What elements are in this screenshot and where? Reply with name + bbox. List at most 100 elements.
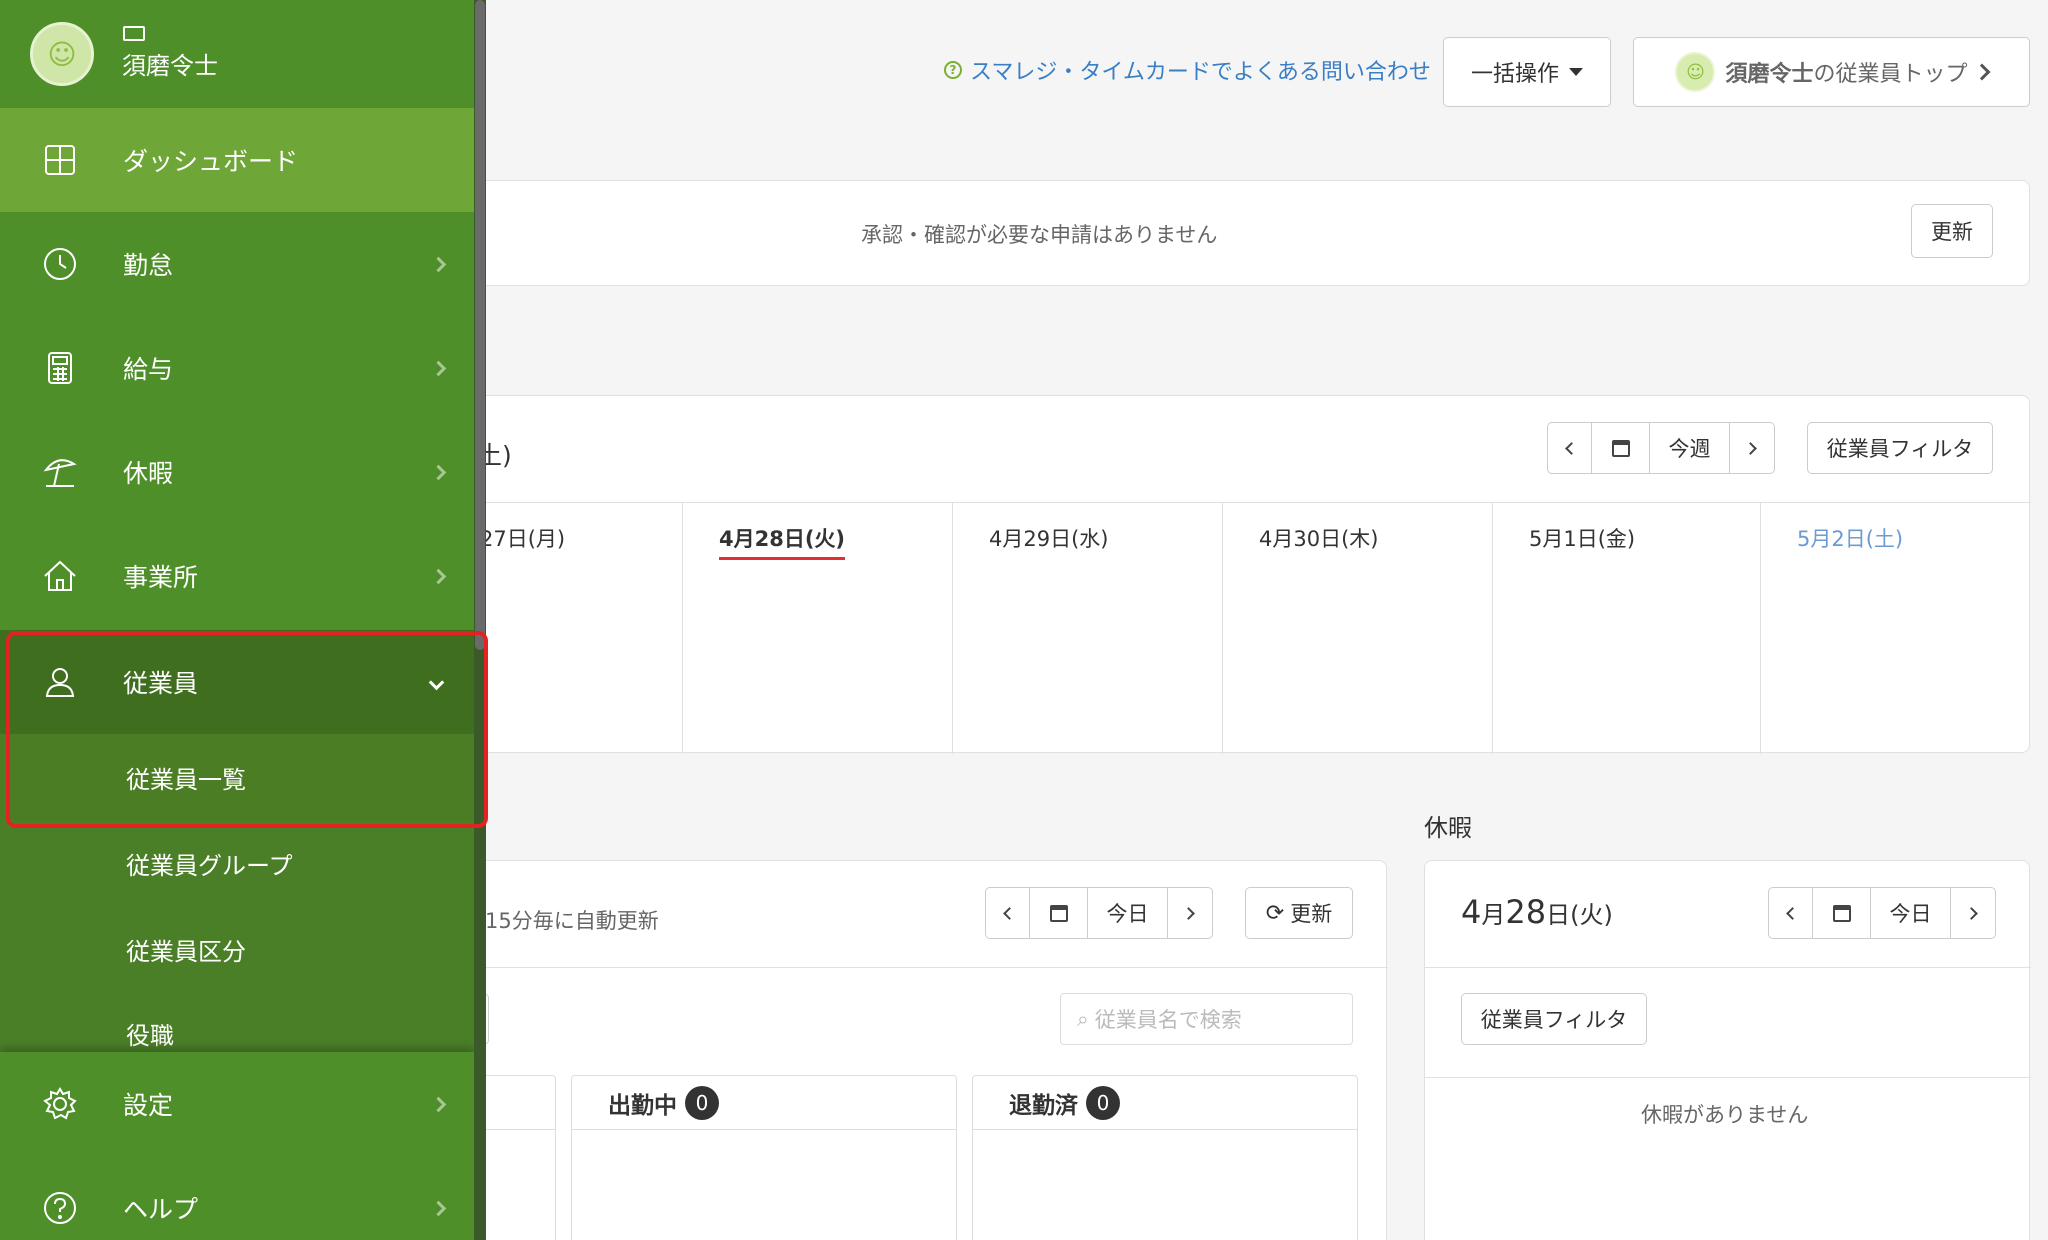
status-label: 退勤済: [1009, 1092, 1078, 1119]
chevron-left-icon: [1786, 906, 1799, 920]
sidebar-subitem-employee-groups[interactable]: 従業員グループ: [0, 820, 474, 906]
this-week-button[interactable]: 今週: [1650, 423, 1730, 473]
status-column-header: 出勤中 0: [572, 1076, 956, 1130]
clock-icon: [44, 248, 76, 280]
divider: [1425, 1077, 2031, 1078]
caret-down-icon: [1569, 68, 1583, 76]
chevron-right-icon: [430, 464, 447, 480]
schedule-card: 土) 今週 従業員フィルタ 27日(月) 4月28日(火) 4月29日(水) 4…: [420, 395, 2031, 754]
sidebar-scrollbar-thumb[interactable]: [475, 0, 485, 650]
calculator-icon: [48, 352, 72, 384]
status-column-header: 退勤済 0: [973, 1076, 1357, 1130]
prev-day-button[interactable]: [1769, 888, 1813, 938]
sidebar-item-settings[interactable]: 設定: [0, 1052, 474, 1156]
auto-refresh-note: 15分毎に自動更新: [485, 909, 659, 933]
today-button[interactable]: 今日: [1088, 888, 1168, 938]
chevron-right-icon: [430, 360, 447, 376]
leave-employee-filter-button[interactable]: 従業員フィルタ: [1461, 993, 1647, 1045]
approvals-refresh-button[interactable]: 更新: [1911, 204, 1993, 258]
leave-date-month-unit: 月: [1481, 901, 1506, 929]
day-label: 5月2日(土): [1797, 527, 1904, 551]
home-icon: [44, 560, 76, 591]
employee-top-button[interactable]: ☺ 須磨令士 の従業員トップ: [1633, 37, 2030, 107]
sidebar-item-dashboard[interactable]: ダッシュボード: [0, 108, 474, 212]
day-label: 4月29日(水): [989, 527, 1109, 551]
gear-icon: [43, 1087, 77, 1120]
faq-link[interactable]: ? スマレジ・タイムカードでよくある問い合わせ: [944, 56, 1431, 85]
chevron-left-icon: [1003, 906, 1016, 920]
day-column: 5月1日(金): [1492, 503, 1762, 754]
calendar-button[interactable]: [1813, 888, 1871, 938]
approvals-card: 承認・確認が必要な申請はありません 更新: [420, 180, 2030, 286]
dashboard-icon: [45, 145, 75, 175]
prev-week-button[interactable]: [1548, 423, 1592, 473]
leave-section-title: 休暇: [1424, 814, 1472, 842]
sidebar-item-label: 設定: [123, 1091, 174, 1120]
chevron-right-icon: [1181, 906, 1195, 920]
next-day-button[interactable]: [1168, 888, 1212, 938]
prev-day-button[interactable]: [986, 888, 1030, 938]
sidebar-item-label: 休暇: [123, 459, 174, 488]
day-label: 4月30日(木): [1259, 527, 1379, 551]
avatar: ☺: [1675, 52, 1716, 92]
leave-empty-message: 休暇がありません: [1641, 1103, 1809, 1127]
leave-date: 4月28日(火): [1461, 893, 1613, 931]
leave-date-weekday: (火): [1570, 901, 1613, 929]
sidebar-user-name: 須磨令士: [122, 52, 218, 80]
chevron-right-icon: [1743, 441, 1757, 455]
beach-umbrella-icon: [43, 459, 77, 487]
avatar: ☺: [30, 22, 94, 86]
chevron-right-icon: [430, 568, 447, 584]
approvals-empty-message: 承認・確認が必要な申請はありません: [861, 223, 1218, 247]
sidebar-item-office[interactable]: 事業所: [0, 524, 474, 628]
divider: [1425, 967, 2031, 968]
sidebar: ☺ 須磨令士 ダッシュボード 勤怠 給与 休暇 事業所 従業員 従業員一覧 従業…: [0, 0, 486, 1240]
chevron-right-icon: [1973, 63, 1991, 81]
sidebar-item-attendance[interactable]: 勤怠: [0, 212, 474, 316]
chevron-left-icon: [1565, 441, 1578, 455]
day-column-today: 4月28日(火): [682, 503, 952, 754]
day-navigator: 今日: [985, 887, 1213, 939]
calendar-button[interactable]: [1592, 423, 1650, 473]
divider: [421, 967, 1388, 968]
employee-search-input[interactable]: ⌕ 従業員名で検索: [1060, 993, 1353, 1045]
sidebar-item-label: ヘルプ: [123, 1195, 199, 1224]
week-navigator: 今週: [1547, 422, 1775, 474]
calendar-icon: [1832, 904, 1851, 922]
leave-day-navigator: 今日: [1768, 887, 1996, 939]
sidebar-item-payroll[interactable]: 給与: [0, 316, 474, 420]
bulk-action-button[interactable]: 一括操作: [1443, 37, 1611, 107]
id-card-icon: [123, 26, 145, 41]
next-week-button[interactable]: [1730, 423, 1774, 473]
day-column: 4月29日(水): [952, 503, 1222, 754]
calendar-button[interactable]: [1030, 888, 1088, 938]
today-button[interactable]: 今日: [1871, 888, 1951, 938]
week-grid: 27日(月) 4月28日(火) 4月29日(水) 4月30日(木) 5月1日(金…: [421, 502, 2031, 754]
calendar-icon: [1611, 439, 1630, 457]
leave-card: 4月28日(火) 今日 従業員フィルタ 休暇がありません: [1424, 860, 2031, 1240]
sidebar-item-label: ダッシュボード: [123, 147, 299, 176]
schedule-employee-filter-button[interactable]: 従業員フィルタ: [1807, 422, 1993, 474]
sidebar-bottom: 設定 ヘルプ: [0, 1052, 474, 1240]
leave-date-day-unit: 日: [1546, 901, 1571, 929]
chevron-right-icon: [1964, 906, 1978, 920]
next-day-button[interactable]: [1951, 888, 1995, 938]
chevron-right-icon: [430, 1096, 447, 1112]
status-column-working: 出勤中 0: [571, 1075, 957, 1240]
attendance-refresh-button[interactable]: ⟳ 更新: [1245, 887, 1353, 939]
day-label: 4月28日(火): [719, 523, 846, 560]
help-circle-icon: ?: [944, 61, 962, 79]
chevron-right-icon: [430, 256, 447, 272]
day-label: 27日(月): [480, 527, 566, 551]
chevron-right-icon: [430, 1200, 447, 1216]
status-column-left: 退勤済 0: [972, 1075, 1358, 1240]
sidebar-item-label: 事業所: [123, 563, 199, 592]
help-circle-icon: [44, 1192, 76, 1224]
bulk-action-label: 一括操作: [1470, 62, 1559, 87]
highlight-box: [6, 631, 488, 828]
sidebar-item-help[interactable]: ヘルプ: [0, 1156, 474, 1240]
calendar-icon: [1049, 904, 1068, 922]
count-badge: 0: [1086, 1085, 1120, 1120]
sidebar-item-leave[interactable]: 休暇: [0, 420, 474, 524]
sidebar-subitem-employee-categories[interactable]: 従業員区分: [0, 906, 474, 992]
